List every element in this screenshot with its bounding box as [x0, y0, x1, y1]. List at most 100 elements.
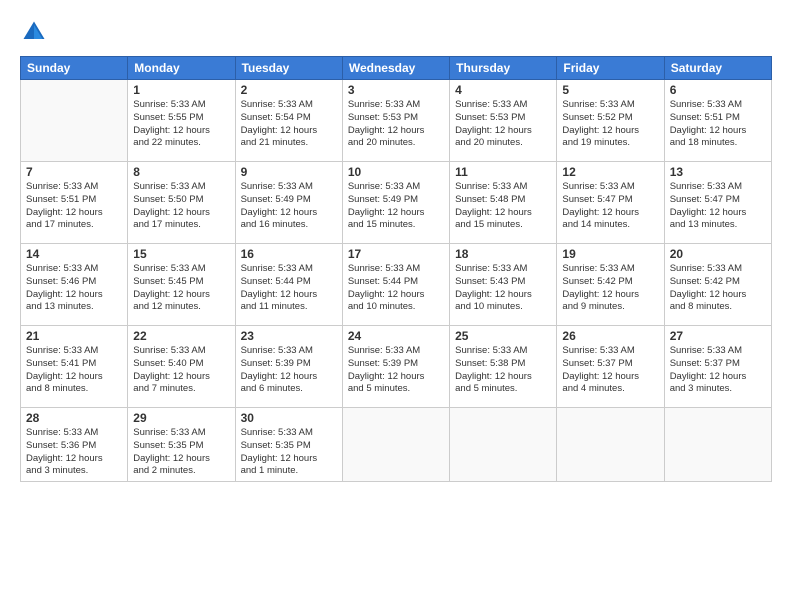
calendar-cell [664, 408, 771, 482]
cell-info: Sunrise: 5:33 AM Sunset: 5:50 PM Dayligh… [133, 181, 229, 232]
day-number: 16 [241, 247, 337, 261]
day-number: 29 [133, 411, 229, 425]
calendar-cell: 27 Sunrise: 5:33 AM Sunset: 5:37 PM Dayli… [664, 326, 771, 408]
calendar-cell [557, 408, 664, 482]
cell-info: Sunrise: 5:33 AM Sunset: 5:39 PM Dayligh… [241, 345, 337, 396]
day-number: 10 [348, 165, 444, 179]
cell-info: Sunrise: 5:33 AM Sunset: 5:49 PM Dayligh… [348, 181, 444, 232]
day-number: 5 [562, 83, 658, 97]
calendar-cell: 4 Sunrise: 5:33 AM Sunset: 5:53 PM Daylig… [450, 80, 557, 162]
calendar-cell: 7 Sunrise: 5:33 AM Sunset: 5:51 PM Daylig… [21, 162, 128, 244]
calendar-cell [342, 408, 449, 482]
weekday-header-saturday: Saturday [664, 57, 771, 80]
day-number: 21 [26, 329, 122, 343]
calendar-cell: 13Sunrise: 5:33 AM Sunset: 5:47 PM Dayli… [664, 162, 771, 244]
day-number: 3 [348, 83, 444, 97]
week-row-1: 7 Sunrise: 5:33 AM Sunset: 5:51 PM Daylig… [21, 162, 772, 244]
calendar-cell: 8 Sunrise: 5:33 AM Sunset: 5:50 PM Daylig… [128, 162, 235, 244]
weekday-header-monday: Monday [128, 57, 235, 80]
calendar-cell: 18Sunrise: 5:33 AM Sunset: 5:43 PM Dayli… [450, 244, 557, 326]
weekday-header-row: SundayMondayTuesdayWednesdayThursdayFrid… [21, 57, 772, 80]
cell-info: Sunrise: 5:33 AM Sunset: 5:51 PM Dayligh… [670, 99, 766, 150]
calendar-cell: 12 Sunrise: 5:33 AM Sunset: 5:47 PM Dayli… [557, 162, 664, 244]
day-number: 28 [26, 411, 122, 425]
calendar-cell: 20 Sunrise: 5:33 AM Sunset: 5:42 PM Dayli… [664, 244, 771, 326]
calendar-cell: 17 Sunrise: 5:33 AM Sunset: 5:44 PM Dayli… [342, 244, 449, 326]
calendar-cell: 15Sunrise: 5:33 AM Sunset: 5:45 PM Dayli… [128, 244, 235, 326]
calendar-table: SundayMondayTuesdayWednesdayThursdayFrid… [20, 56, 772, 482]
day-number: 17 [348, 247, 444, 261]
day-number: 25 [455, 329, 551, 343]
calendar-cell: 5 Sunrise: 5:33 AM Sunset: 5:52 PM Daylig… [557, 80, 664, 162]
day-number: 11 [455, 165, 551, 179]
cell-info: Sunrise: 5:33 AM Sunset: 5:49 PM Dayligh… [241, 181, 337, 232]
day-number: 30 [241, 411, 337, 425]
cell-info: Sunrise: 5:33 AM Sunset: 5:53 PM Dayligh… [455, 99, 551, 150]
header [20, 18, 772, 46]
calendar-cell: 30 Sunrise: 5:33 AM Sunset: 5:35 PM Dayli… [235, 408, 342, 482]
weekday-header-friday: Friday [557, 57, 664, 80]
day-number: 6 [670, 83, 766, 97]
logo-icon [20, 18, 48, 46]
weekday-header-tuesday: Tuesday [235, 57, 342, 80]
cell-info: Sunrise: 5:33 AM Sunset: 5:44 PM Dayligh… [348, 263, 444, 314]
day-number: 1 [133, 83, 229, 97]
calendar-cell: 26 Sunrise: 5:33 AM Sunset: 5:37 PM Dayli… [557, 326, 664, 408]
calendar-cell: 9 Sunrise: 5:33 AM Sunset: 5:49 PM Daylig… [235, 162, 342, 244]
day-number: 12 [562, 165, 658, 179]
week-row-2: 14 Sunrise: 5:33 AM Sunset: 5:46 PM Dayli… [21, 244, 772, 326]
day-number: 2 [241, 83, 337, 97]
calendar-cell: 11 Sunrise: 5:33 AM Sunset: 5:48 PM Dayli… [450, 162, 557, 244]
day-number: 26 [562, 329, 658, 343]
day-number: 4 [455, 83, 551, 97]
weekday-header-sunday: Sunday [21, 57, 128, 80]
cell-info: Sunrise: 5:33 AM Sunset: 5:55 PM Dayligh… [133, 99, 229, 150]
logo [20, 18, 52, 46]
calendar-cell: 21 Sunrise: 5:33 AM Sunset: 5:41 PM Dayli… [21, 326, 128, 408]
day-number: 7 [26, 165, 122, 179]
day-number: 20 [670, 247, 766, 261]
calendar-cell: 16Sunrise: 5:33 AM Sunset: 5:44 PM Dayli… [235, 244, 342, 326]
cell-info: Sunrise: 5:33 AM Sunset: 5:36 PM Dayligh… [26, 427, 122, 478]
cell-info: Sunrise: 5:33 AM Sunset: 5:48 PM Dayligh… [455, 181, 551, 232]
calendar-cell: 3 Sunrise: 5:33 AM Sunset: 5:53 PM Daylig… [342, 80, 449, 162]
day-number: 27 [670, 329, 766, 343]
calendar-cell: 22Sunrise: 5:33 AM Sunset: 5:40 PM Dayli… [128, 326, 235, 408]
week-row-0: 1 Sunrise: 5:33 AM Sunset: 5:55 PM Daylig… [21, 80, 772, 162]
cell-info: Sunrise: 5:33 AM Sunset: 5:35 PM Dayligh… [133, 427, 229, 478]
cell-info: Sunrise: 5:33 AM Sunset: 5:46 PM Dayligh… [26, 263, 122, 314]
cell-info: Sunrise: 5:33 AM Sunset: 5:42 PM Dayligh… [670, 263, 766, 314]
weekday-header-thursday: Thursday [450, 57, 557, 80]
cell-info: Sunrise: 5:33 AM Sunset: 5:41 PM Dayligh… [26, 345, 122, 396]
cell-info: Sunrise: 5:33 AM Sunset: 5:52 PM Dayligh… [562, 99, 658, 150]
weekday-header-wednesday: Wednesday [342, 57, 449, 80]
cell-info: Sunrise: 5:33 AM Sunset: 5:47 PM Dayligh… [562, 181, 658, 232]
calendar-cell: 10 Sunrise: 5:33 AM Sunset: 5:49 PM Dayli… [342, 162, 449, 244]
cell-info: Sunrise: 5:33 AM Sunset: 5:42 PM Dayligh… [562, 263, 658, 314]
calendar-cell: 14 Sunrise: 5:33 AM Sunset: 5:46 PM Dayli… [21, 244, 128, 326]
calendar-cell [450, 408, 557, 482]
cell-info: Sunrise: 5:33 AM Sunset: 5:43 PM Dayligh… [455, 263, 551, 314]
cell-info: Sunrise: 5:33 AM Sunset: 5:38 PM Dayligh… [455, 345, 551, 396]
cell-info: Sunrise: 5:33 AM Sunset: 5:51 PM Dayligh… [26, 181, 122, 232]
week-row-3: 21 Sunrise: 5:33 AM Sunset: 5:41 PM Dayli… [21, 326, 772, 408]
cell-info: Sunrise: 5:33 AM Sunset: 5:37 PM Dayligh… [670, 345, 766, 396]
day-number: 14 [26, 247, 122, 261]
calendar-cell: 24Sunrise: 5:33 AM Sunset: 5:39 PM Dayli… [342, 326, 449, 408]
calendar-cell: 28 Sunrise: 5:33 AM Sunset: 5:36 PM Dayli… [21, 408, 128, 482]
day-number: 9 [241, 165, 337, 179]
cell-info: Sunrise: 5:33 AM Sunset: 5:35 PM Dayligh… [241, 427, 337, 478]
calendar-cell: 2 Sunrise: 5:33 AM Sunset: 5:54 PM Daylig… [235, 80, 342, 162]
page: SundayMondayTuesdayWednesdayThursdayFrid… [0, 0, 792, 612]
cell-info: Sunrise: 5:33 AM Sunset: 5:45 PM Dayligh… [133, 263, 229, 314]
week-row-4: 28 Sunrise: 5:33 AM Sunset: 5:36 PM Dayli… [21, 408, 772, 482]
cell-info: Sunrise: 5:33 AM Sunset: 5:37 PM Dayligh… [562, 345, 658, 396]
day-number: 23 [241, 329, 337, 343]
calendar-cell: 1 Sunrise: 5:33 AM Sunset: 5:55 PM Daylig… [128, 80, 235, 162]
calendar-cell: 6 Sunrise: 5:33 AM Sunset: 5:51 PM Daylig… [664, 80, 771, 162]
calendar-cell [21, 80, 128, 162]
cell-info: Sunrise: 5:33 AM Sunset: 5:53 PM Dayligh… [348, 99, 444, 150]
day-number: 8 [133, 165, 229, 179]
cell-info: Sunrise: 5:33 AM Sunset: 5:54 PM Dayligh… [241, 99, 337, 150]
cell-info: Sunrise: 5:33 AM Sunset: 5:39 PM Dayligh… [348, 345, 444, 396]
